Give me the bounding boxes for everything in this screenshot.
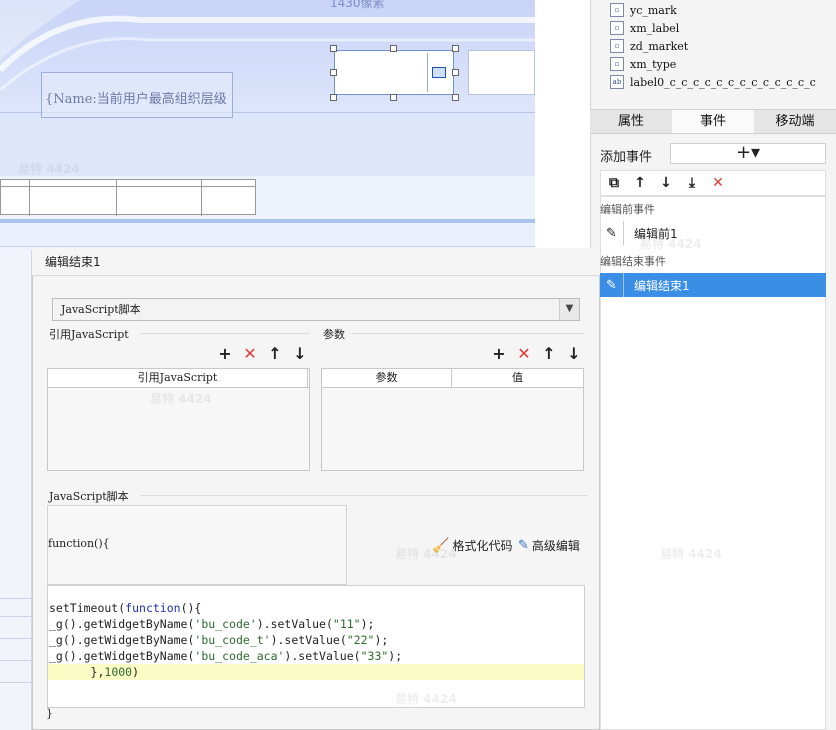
pixel-ruler-label: 1430像素 (330, 0, 385, 10)
resize-handle[interactable] (452, 69, 459, 76)
chevron-down-icon[interactable]: ▼ (559, 299, 579, 320)
watermark: 易特 4424 (18, 162, 80, 176)
combo-widget[interactable] (334, 50, 454, 95)
param-toolbar: + ✕ ↑ ↓ (490, 344, 583, 363)
pencil-icon: ✎ (600, 273, 624, 297)
move-up-icon[interactable]: ↑ (631, 174, 649, 192)
event-item-pre-edit[interactable]: ✎ 编辑前1 (600, 221, 826, 245)
ref-js-column-header[interactable]: 引用JavaScript (48, 369, 308, 387)
ref-js-table-header: 引用JavaScript (48, 369, 309, 388)
tab-mobile[interactable]: 移动端 (754, 110, 836, 133)
tree-item[interactable]: ▫ zd_market (610, 37, 688, 55)
param-column-header[interactable]: 参数 (322, 369, 452, 387)
resize-handle[interactable] (330, 45, 337, 52)
widget-icon: ▫ (610, 39, 624, 53)
dropdown-icon (432, 67, 446, 78)
add-icon[interactable]: + (490, 344, 508, 363)
group-divider (140, 495, 588, 496)
widget-icon: ▫ (610, 21, 624, 35)
resize-handle[interactable] (390, 45, 397, 52)
group-divider (140, 333, 310, 334)
copy-icon[interactable]: ⧉ (605, 174, 623, 192)
add-event-label: 添加事件 (600, 150, 653, 165)
resize-handle[interactable] (390, 94, 397, 101)
move-down-icon[interactable]: ↓ (565, 344, 583, 363)
resize-handle[interactable] (330, 69, 337, 76)
ref-js-toolbar: + ✕ ↑ ↓ (216, 344, 309, 363)
function-close-text: } (46, 707, 53, 720)
pre-edit-section-header: 编辑前事件 (600, 203, 655, 216)
tree-item[interactable]: ab label0_c_c_c_c_c_c_c_c_c_c_c_c_c (610, 73, 816, 91)
code-line: _g().getWidgetByName('bu_code_t').setVal… (49, 633, 389, 647)
param-group-label: 参数 (323, 328, 345, 341)
move-down-icon[interactable]: ↓ (657, 174, 675, 192)
delete-icon[interactable]: ✕ (241, 344, 259, 363)
tab-events[interactable]: 事件 (672, 110, 754, 133)
tree-item[interactable]: ▫ xm_type (610, 55, 676, 73)
resize-handle[interactable] (452, 45, 459, 52)
advanced-edit-button[interactable]: ✎ 高级编辑 (518, 537, 580, 554)
label-icon: ab (610, 75, 624, 89)
code-line: setTimeout(function(){ (49, 601, 202, 615)
add-event-dropdown[interactable]: +▾ (670, 143, 826, 164)
end-edit-section-header: 编辑结束事件 (600, 255, 666, 268)
add-icon[interactable]: + (216, 344, 234, 363)
edit-icon: ✎ (518, 538, 529, 553)
right-panel-tabs: 属性 事件 移动端 (590, 109, 836, 134)
value-column-header[interactable]: 值 (452, 369, 583, 387)
function-open-text: function(){ (48, 537, 110, 550)
move-up-icon[interactable]: ↑ (540, 344, 558, 363)
canvas-middle-band (0, 112, 535, 176)
watermark: 易特 4424 (640, 237, 702, 251)
canvas-grid-row (0, 223, 535, 247)
event-toolbar: ⧉ ↑ ↓ ⤓ ✕ (600, 170, 826, 196)
dialog-title: 编辑结束1 (32, 248, 600, 276)
resize-handle[interactable] (452, 94, 459, 101)
script-group-label: JavaScript脚本 (49, 490, 129, 503)
move-bottom-icon[interactable]: ⤓ (683, 174, 701, 192)
code-line-current: },1000) (48, 664, 584, 680)
watermark: 易特 4424 (150, 392, 212, 406)
watermark: 易特 4424 (395, 547, 457, 561)
tree-item[interactable]: ▫ yc_mark (610, 1, 677, 19)
resize-handle[interactable] (330, 94, 337, 101)
event-type-select[interactable]: JavaScript脚本 (52, 298, 580, 321)
ref-js-table: 引用JavaScript (47, 368, 310, 471)
tab-properties[interactable]: 属性 (590, 110, 672, 133)
delete-icon[interactable]: ✕ (515, 344, 533, 363)
ref-js-group-label: 引用JavaScript (49, 328, 129, 341)
combo-dropdown-button[interactable] (427, 53, 451, 92)
watermark: 易特 4424 (395, 692, 457, 706)
group-divider (352, 333, 584, 334)
widget-icon: ▫ (610, 3, 624, 17)
event-item-end-edit[interactable]: ✎ 编辑结束1 (600, 273, 826, 297)
param-table-header: 参数 值 (322, 369, 583, 388)
tree-item[interactable]: ▫ xm_label (610, 19, 679, 37)
canvas-left-strip (0, 250, 32, 730)
move-down-icon[interactable]: ↓ (291, 344, 309, 363)
canvas-grid-table (0, 179, 256, 216)
watermark: 易特 4424 (660, 547, 722, 561)
move-up-icon[interactable]: ↑ (266, 344, 284, 363)
code-line: _g().getWidgetByName('bu_code_aca').setV… (49, 649, 403, 663)
widget-icon: ▫ (610, 57, 624, 71)
code-editor[interactable]: setTimeout(function(){ _g().getWidgetByN… (47, 585, 585, 708)
pencil-icon: ✎ (600, 221, 624, 245)
delete-icon[interactable]: ✕ (709, 174, 727, 192)
name-cell-text: {Name:当前用户最高组织层级 (45, 92, 227, 107)
param-table: 参数 值 (321, 368, 584, 471)
code-line: _g().getWidgetByName('bu_code').setValue… (49, 617, 375, 631)
text-widget[interactable] (468, 50, 535, 95)
